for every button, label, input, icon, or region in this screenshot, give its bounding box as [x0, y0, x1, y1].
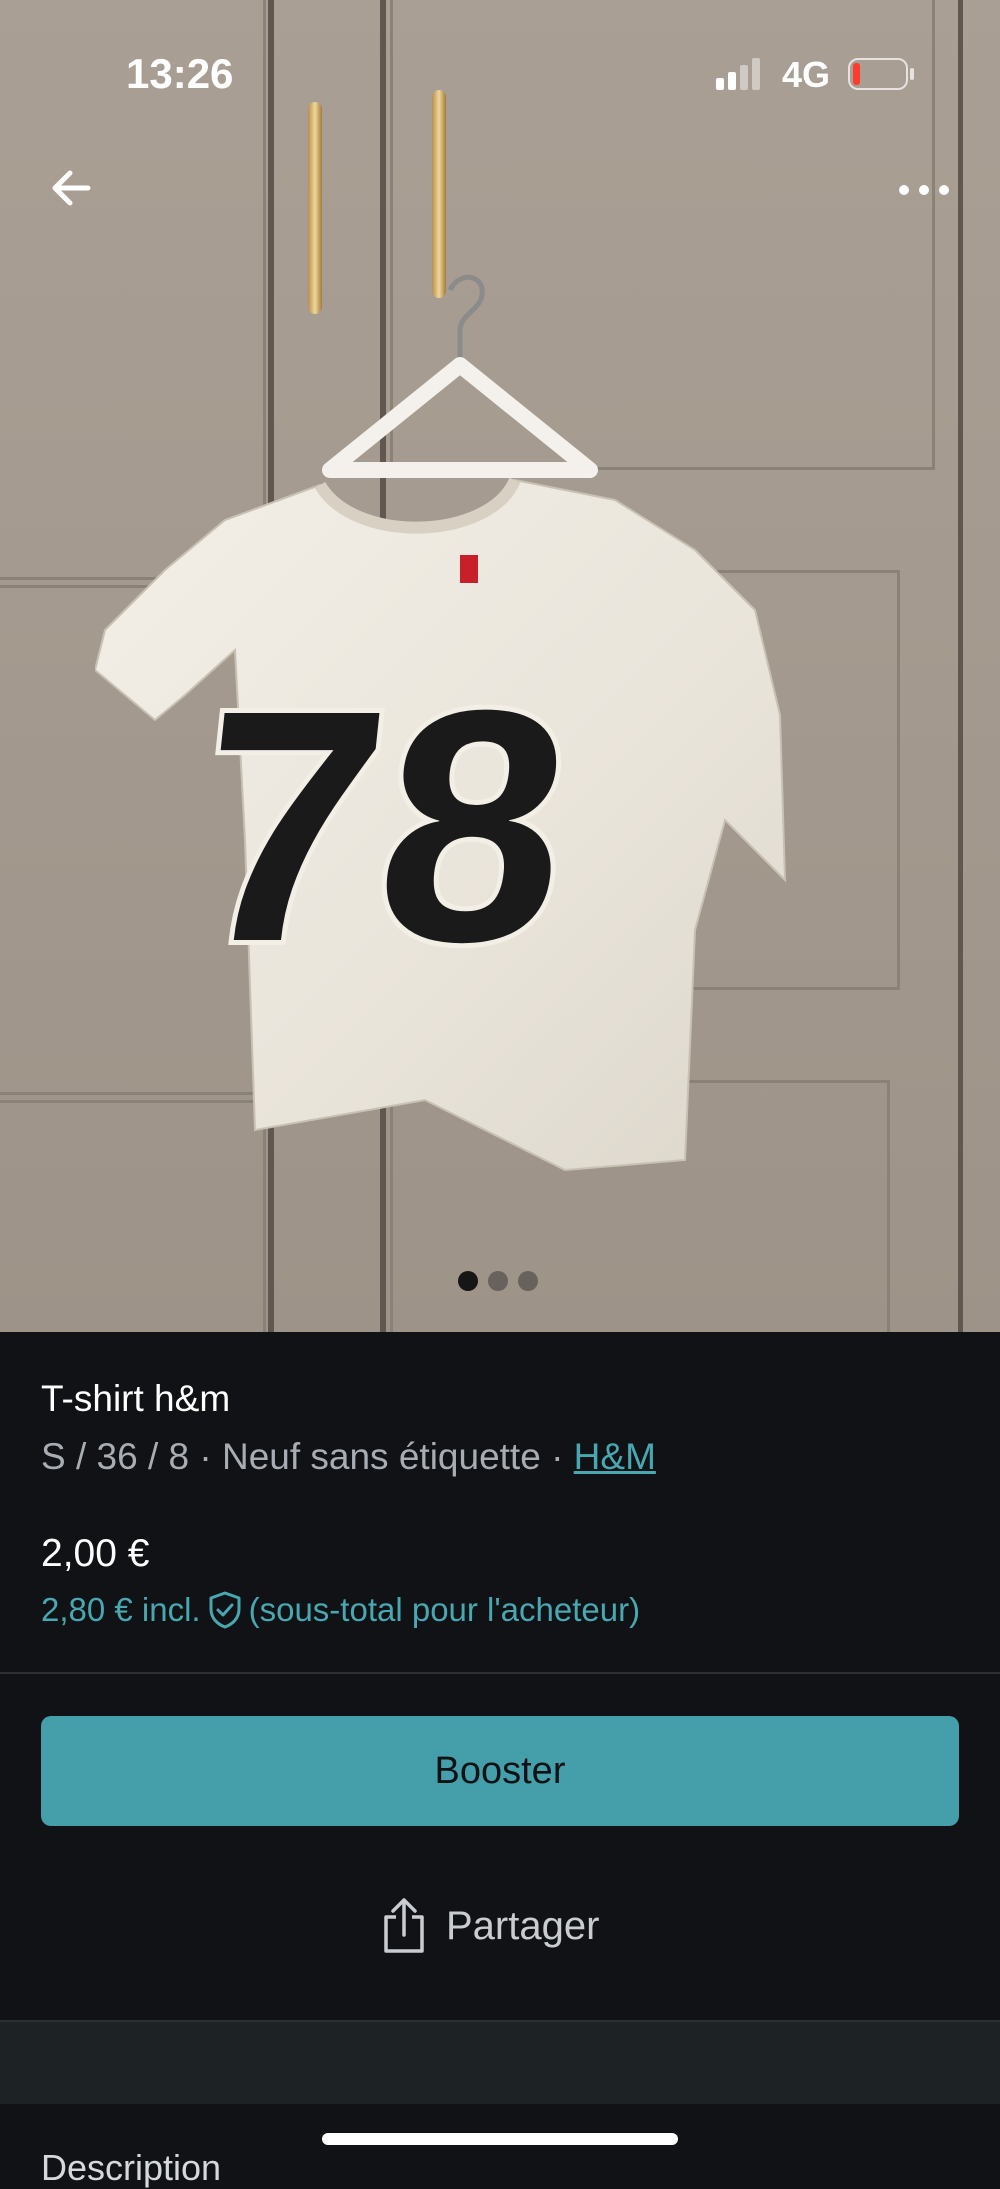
network-type: 4G	[782, 54, 831, 95]
arrow-left-icon	[52, 170, 91, 206]
pager-dot[interactable]	[518, 1271, 538, 1291]
item-details: S / 36 / 8 · Neuf sans étiquette · H&M	[41, 1436, 656, 1478]
item-photo[interactable]: 78 13:26 4G	[0, 0, 1000, 1332]
gallery-pager[interactable]	[458, 1271, 538, 1291]
tshirt-image: 78	[95, 477, 787, 1172]
status-bar: 13:26 4G	[0, 0, 1000, 150]
pager-dot[interactable]	[488, 1271, 508, 1291]
item-price: 2,00 €	[41, 1532, 150, 1575]
buyer-protection-price[interactable]: 2,80 € incl. (sous-total pour l'acheteur…	[41, 1590, 640, 1630]
pager-dot-active[interactable]	[458, 1271, 478, 1291]
signal-icon	[716, 58, 760, 90]
status-time: 13:26	[126, 50, 234, 97]
shield-check-icon	[209, 1591, 241, 1629]
more-options-button[interactable]	[894, 172, 954, 208]
section-separator	[0, 2020, 1000, 2104]
item-size-condition: S / 36 / 8 · Neuf sans étiquette ·	[41, 1436, 574, 1477]
shirt-print-number: 78	[179, 642, 585, 1011]
divider	[0, 1672, 1000, 1674]
description-heading: Description	[41, 2147, 222, 2188]
booster-button[interactable]: Booster	[41, 1716, 959, 1826]
back-button[interactable]	[44, 160, 100, 216]
share-label: Partager	[446, 1903, 600, 1948]
price-incl-note: (sous-total pour l'acheteur)	[248, 1591, 641, 1628]
share-icon	[384, 1898, 424, 1953]
brand-link[interactable]: H&M	[574, 1436, 656, 1477]
wardrobe-gap	[958, 0, 963, 1332]
more-horizontal-icon	[899, 185, 949, 195]
home-indicator[interactable]	[322, 2133, 678, 2145]
item-title: T-shirt h&m	[41, 1378, 231, 1419]
share-button[interactable]: Partager	[380, 1888, 599, 1964]
battery-icon	[848, 58, 914, 90]
price-incl-value: 2,80 € incl.	[41, 1591, 201, 1628]
